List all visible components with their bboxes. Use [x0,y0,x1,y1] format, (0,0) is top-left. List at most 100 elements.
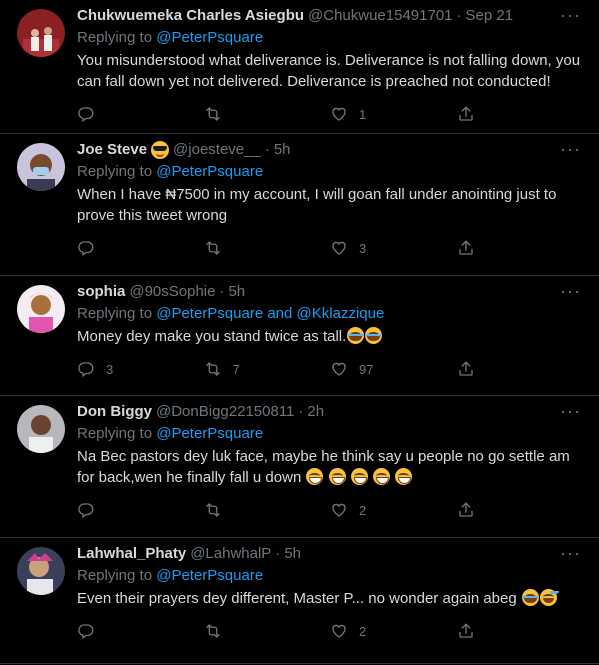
reply-button[interactable] [77,239,204,257]
tweet-text-part: Na Bec pastors dey luk face, maybe he th… [77,448,570,486]
grinning-emoji-icon [328,468,346,485]
share-button[interactable] [457,105,584,123]
user-handle[interactable]: @LahwhalP [190,544,271,564]
avatar[interactable] [17,9,65,57]
share-button[interactable] [457,360,584,378]
retweet-button[interactable]: 7 [204,360,331,378]
user-handle[interactable]: @joesteve__ [173,140,261,160]
more-icon[interactable]: ··· [560,282,581,300]
tears-of-joy-emoji-icon [347,327,365,344]
user-handle[interactable]: @90sSophie [129,282,215,302]
retweet-button[interactable] [204,105,331,123]
display-name[interactable]: sophia [77,282,125,302]
like-icon [330,622,348,640]
tweet-header: Lahwhal_Phaty @LahwhalP · 5h [77,544,583,564]
timestamp[interactable]: 2h [307,402,324,422]
display-name[interactable]: Joe Steve [77,140,147,160]
replying-to: Replying to @PeterPsquare [77,424,583,444]
avatar[interactable] [17,405,65,453]
tweet-text: Na Bec pastors dey luk face, maybe he th… [77,446,583,488]
timestamp[interactable]: 5h [228,282,245,302]
tweet[interactable]: ··· sophia @90sSophie · 5h Replying to @… [0,276,599,396]
tweet-text: Money dey make you stand twice as tall. [77,326,583,347]
more-icon[interactable]: ··· [560,140,581,158]
grinning-emoji-icon [372,468,390,485]
mention-link[interactable]: @PeterPsquare [156,29,263,46]
separator-dot: · [264,141,270,158]
mention-link[interactable]: @PeterPsquare [156,163,263,180]
tears-of-joy-emoji-icon [365,327,383,344]
share-icon [457,239,475,257]
replying-to: Replying to @PeterPsquare [77,162,583,182]
grinning-emoji-icon [395,468,413,485]
grinning-emoji-icon [306,468,324,485]
tweet-text: When I have ₦7500 in my account, I will … [77,184,583,226]
timestamp[interactable]: 5h [274,140,291,160]
replying-prefix: Replying to [77,29,153,46]
separator-dot: · [298,403,304,420]
retweet-button[interactable] [204,239,331,257]
user-handle[interactable]: @Chukwue15491701 [308,6,453,26]
retweet-count: 7 [232,361,240,377]
tweet[interactable]: ··· Lahwhal_Phaty @LahwhalP · 5h Replyin… [0,538,599,664]
like-button[interactable]: 97 [330,360,457,378]
replying-to: Replying to @PeterPsquare and @Kklazziqu… [77,304,583,324]
like-icon [330,105,348,123]
grinning-emoji-icon [350,468,368,485]
tweet-text-part: You misunderstood what deliverance is. D… [77,52,581,90]
tweet-text: Even their prayers dey different, Master… [77,588,583,609]
tweet[interactable]: ··· Joe Steve @joesteve__ · 5h Replying … [0,134,599,276]
timestamp[interactable]: 5h [284,544,301,564]
replying-prefix: Replying to [77,163,153,180]
more-icon[interactable]: ··· [560,544,581,562]
share-button[interactable] [457,501,584,519]
mention-link[interactable]: @PeterPsquare [156,567,263,584]
share-button[interactable] [457,622,584,640]
tweet[interactable]: ··· Chukwuemeka Charles Asiegbu @Chukwue… [0,0,599,134]
retweet-icon [204,360,222,378]
display-name[interactable]: Don Biggy [77,402,152,422]
display-name[interactable]: Lahwhal_Phaty [77,544,186,564]
like-button[interactable]: 3 [330,239,457,257]
like-button[interactable]: 1 [330,105,457,123]
replying-to: Replying to @PeterPsquare [77,566,583,586]
replying-prefix: Replying to [77,305,153,322]
retweet-button[interactable] [204,501,331,519]
retweet-icon [204,105,222,123]
like-button[interactable]: 2 [330,622,457,640]
user-handle[interactable]: @DonBigg22150811 [156,402,294,422]
display-name[interactable]: Chukwuemeka Charles Asiegbu [77,6,304,26]
timestamp[interactable]: Sep 21 [466,6,514,26]
avatar[interactable] [17,285,65,333]
share-icon [457,105,475,123]
more-icon[interactable]: ··· [560,402,581,420]
tweet-header: Don Biggy @DonBigg22150811 · 2h [77,402,583,422]
tweet-text-part: When I have ₦7500 in my account, I will … [77,186,557,224]
mention-link[interactable]: @PeterPsquare [156,425,263,442]
reply-button[interactable] [77,622,204,640]
replying-prefix: Replying to [77,425,153,442]
tears-of-joy-emoji-icon [521,589,539,606]
more-icon[interactable]: ··· [560,6,581,24]
like-count: 1 [359,106,367,122]
action-bar: 2 [77,500,583,520]
mention-link[interactable]: @Kklazzique [297,305,385,322]
reply-button[interactable]: 3 [77,360,204,378]
mention-link[interactable]: @PeterPsquare [156,305,263,322]
tweet-header: Joe Steve @joesteve__ · 5h [77,140,583,160]
reply-icon [77,239,95,257]
action-bar: 1 [77,104,583,124]
like-button[interactable]: 2 [330,501,457,519]
retweet-button[interactable] [204,622,331,640]
avatar[interactable] [17,547,65,595]
share-button[interactable] [457,239,584,257]
action-bar: 2 [77,621,583,641]
tweet[interactable]: ··· Don Biggy @DonBigg22150811 · 2h Repl… [0,396,599,538]
tweet-header: sophia @90sSophie · 5h [77,282,583,302]
separator-dot: · [456,7,462,24]
reply-icon [77,622,95,640]
replying-to: Replying to @PeterPsquare [77,28,583,48]
reply-button[interactable] [77,105,204,123]
reply-button[interactable] [77,501,204,519]
avatar[interactable] [17,143,65,191]
